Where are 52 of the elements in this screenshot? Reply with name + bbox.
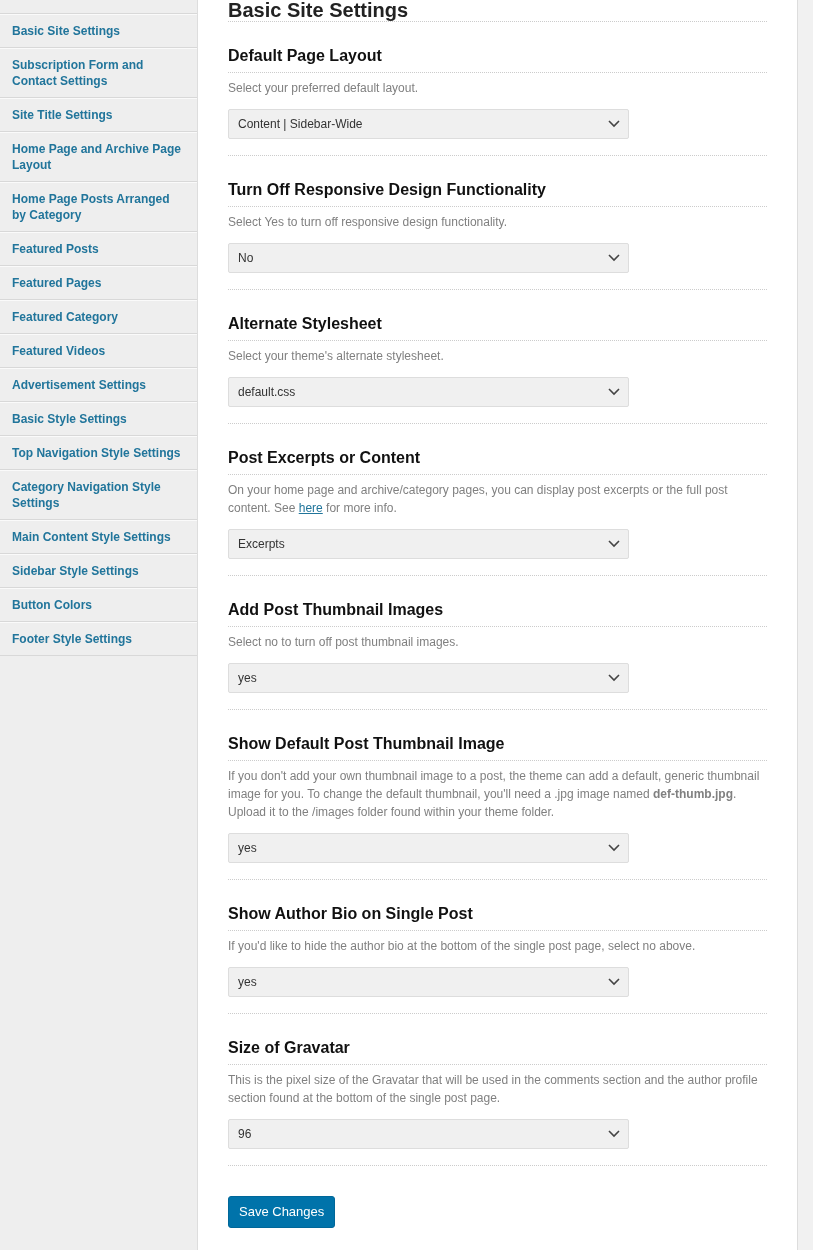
sidebar-item[interactable]: Button Colors bbox=[0, 588, 197, 622]
sidebar-item[interactable]: Sidebar Style Settings bbox=[0, 554, 197, 588]
dropdown-select[interactable]: 96 bbox=[228, 1119, 629, 1149]
dropdown-select[interactable]: No bbox=[228, 243, 629, 273]
section-title: Default Page Layout bbox=[228, 46, 767, 73]
sidebar-item[interactable]: Advertisement Settings bbox=[0, 368, 197, 402]
section-title: Turn Off Responsive Design Functionality bbox=[228, 180, 767, 207]
sidebar-item[interactable]: Home Page and Archive Page Layout bbox=[0, 132, 197, 182]
description-text: If you'd like to hide the author bio at the bottom of the single post page, select no above. bbox=[228, 938, 697, 955]
sidebar-item[interactable]: Site Title Settings bbox=[0, 98, 197, 132]
description-text: Select your preferred default layout. bbox=[228, 80, 420, 97]
sidebar-item[interactable]: Main Content Style Settings bbox=[0, 520, 197, 554]
sidebar-item[interactable]: Home Page Posts Arranged by Category bbox=[0, 182, 197, 232]
section-title: Show Author Bio on Single Post bbox=[228, 904, 767, 931]
save-changes-button[interactable]: Save Changes bbox=[228, 1196, 336, 1228]
sidebar-item[interactable]: Category Navigation Style Settings bbox=[0, 470, 197, 520]
chevron-down-icon bbox=[608, 388, 620, 396]
dropdown-select[interactable]: Excerpts bbox=[228, 529, 629, 559]
sidebar-item[interactable]: Basic Style Settings bbox=[0, 402, 197, 436]
dropdown-select[interactable]: Content | Sidebar-Wide bbox=[228, 109, 629, 139]
chevron-down-icon bbox=[608, 978, 620, 986]
sidebar-item[interactable]: Featured Posts bbox=[0, 232, 197, 266]
sidebar-item[interactable]: Subscription Form and Contact Settings bbox=[0, 48, 197, 98]
page-title: Basic Site Settings bbox=[228, 0, 767, 22]
info-link[interactable]: here bbox=[298, 501, 323, 515]
sidebar-item[interactable]: Footer Style Settings bbox=[0, 622, 197, 656]
description-text: If you don't add your own thumbnail image to a post, the theme can add a default, generic thumbnail image for you. To change the default thumbnail, you'll need a .jpg image named def-thumb.jpg. Upload it to the /images folder found within your theme folder. bbox=[228, 768, 761, 821]
chevron-down-icon bbox=[608, 674, 620, 682]
chevron-down-icon bbox=[608, 844, 620, 852]
dropdown-select[interactable]: yes bbox=[228, 833, 629, 863]
section-title: Size of Gravatar bbox=[228, 1038, 767, 1065]
dropdown-select[interactable]: default.css bbox=[228, 377, 629, 407]
chevron-down-icon bbox=[608, 1130, 620, 1138]
section-title: Show Default Post Thumbnail Image bbox=[228, 734, 767, 761]
sidebar-item[interactable]: Top Navigation Style Settings bbox=[0, 436, 197, 470]
sidebar-item[interactable]: Featured Videos bbox=[0, 334, 197, 368]
chevron-down-icon bbox=[608, 120, 620, 128]
chevron-down-icon bbox=[608, 254, 620, 262]
chevron-down-icon bbox=[608, 540, 620, 548]
description-text: Select Yes to turn off responsive design functionality. bbox=[228, 214, 509, 231]
description-text: Select no to turn off post thumbnail images. bbox=[228, 634, 460, 651]
description-text: Select your theme's alternate stylesheet. bbox=[228, 348, 445, 365]
section-title: Add Post Thumbnail Images bbox=[228, 600, 767, 627]
dropdown-select[interactable]: yes bbox=[228, 663, 629, 693]
description-text: On your home page and archive/category pages, you can display post excerpts or the full post content. See here for more info. bbox=[228, 482, 729, 517]
section-title: Post Excerpts or Content bbox=[228, 448, 767, 475]
dropdown-select[interactable]: yes bbox=[228, 967, 629, 997]
section-title: Alternate Stylesheet bbox=[228, 314, 767, 341]
sidebar-item[interactable]: Featured Category bbox=[0, 300, 197, 334]
description-text: This is the pixel size of the Gravatar that will be used in the comments section and the author profile section found at the bottom of the single post page. bbox=[228, 1072, 759, 1107]
sidebar-item[interactable]: Basic Site Settings bbox=[0, 14, 197, 48]
sidebar-item[interactable]: Featured Pages bbox=[0, 266, 197, 300]
